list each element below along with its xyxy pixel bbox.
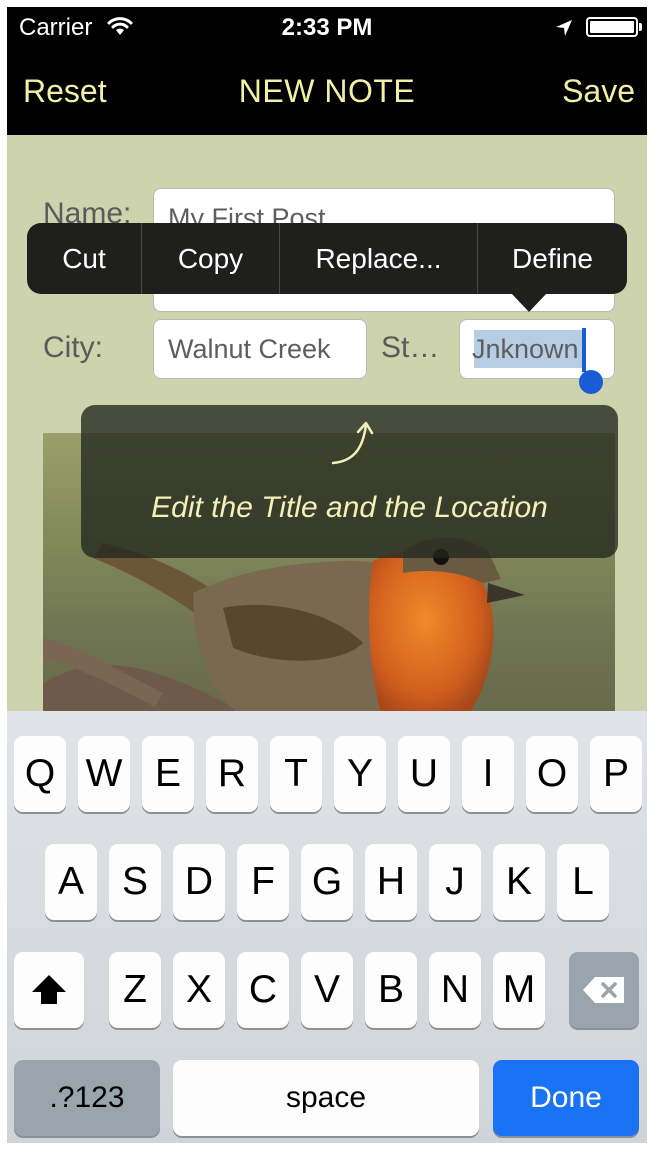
key-n[interactable]: N [429, 952, 481, 1028]
key-c[interactable]: C [237, 952, 289, 1028]
key-o[interactable]: O [526, 736, 578, 812]
battery-icon [586, 17, 638, 37]
clock: 2:33 PM [281, 14, 373, 41]
key-r[interactable]: R [206, 736, 258, 812]
key-g[interactable]: G [301, 844, 353, 920]
delete-key[interactable] [569, 952, 639, 1028]
city-label: City: [43, 331, 103, 364]
state-value: Jnknown [472, 334, 579, 364]
copy-menu-item[interactable]: Copy [142, 223, 279, 294]
location-arrow-icon [555, 16, 573, 44]
state-label: St… [381, 331, 440, 364]
cut-menu-item[interactable]: Cut [27, 223, 141, 294]
key-w[interactable]: W [78, 736, 130, 812]
screen: Carrier 2:33 PM Reset NEW NOTE Save Name… [7, 7, 647, 1143]
key-f[interactable]: F [237, 844, 289, 920]
done-key[interactable]: Done [493, 1060, 639, 1136]
hint-tooltip: Edit the Title and the Location [81, 405, 618, 558]
selection-handle-bar[interactable] [582, 328, 586, 372]
key-e[interactable]: E [142, 736, 194, 812]
key-s[interactable]: S [109, 844, 161, 920]
key-q[interactable]: Q [14, 736, 66, 812]
key-b[interactable]: B [365, 952, 417, 1028]
save-button[interactable]: Save [562, 73, 635, 110]
hint-text: Edit the Title and the Location [151, 491, 548, 524]
city-value: Walnut Creek [168, 334, 331, 364]
city-field[interactable]: Walnut Creek [153, 319, 367, 379]
backspace-icon [583, 977, 624, 1003]
navigation-bar: Carrier 2:33 PM Reset NEW NOTE Save [7, 7, 647, 135]
curved-arrow-icon [331, 419, 381, 472]
battery-tip [639, 23, 642, 31]
key-i[interactable]: I [462, 736, 514, 812]
key-u[interactable]: U [398, 736, 450, 812]
key-z[interactable]: Z [109, 952, 161, 1028]
key-l[interactable]: L [557, 844, 609, 920]
key-x[interactable]: X [173, 952, 225, 1028]
key-j[interactable]: J [429, 844, 481, 920]
numbers-key[interactable]: .?123 [14, 1060, 160, 1136]
key-m[interactable]: M [493, 952, 545, 1028]
edit-menu-pointer [511, 293, 547, 312]
key-k[interactable]: K [493, 844, 545, 920]
key-h[interactable]: H [365, 844, 417, 920]
key-v[interactable]: V [301, 952, 353, 1028]
state-selection: Jnknown [472, 330, 583, 368]
selection-handle-dot[interactable] [579, 370, 603, 394]
define-menu-item[interactable]: Define [478, 223, 627, 294]
key-d[interactable]: D [173, 844, 225, 920]
space-key[interactable]: space [173, 1060, 479, 1136]
key-p[interactable]: P [590, 736, 642, 812]
edit-menu: Cut Copy Replace... Define [27, 223, 627, 294]
keyboard: Q W E R T Y U I O P A S D F G H J K L Z … [7, 711, 647, 1143]
shift-icon [32, 975, 66, 1004]
status-bar: Carrier 2:33 PM [7, 7, 647, 47]
replace-menu-item[interactable]: Replace... [280, 223, 477, 294]
shift-key[interactable] [14, 952, 84, 1028]
page-title: NEW NOTE [238, 73, 416, 109]
key-t[interactable]: T [270, 736, 322, 812]
key-a[interactable]: A [45, 844, 97, 920]
key-y[interactable]: Y [334, 736, 386, 812]
